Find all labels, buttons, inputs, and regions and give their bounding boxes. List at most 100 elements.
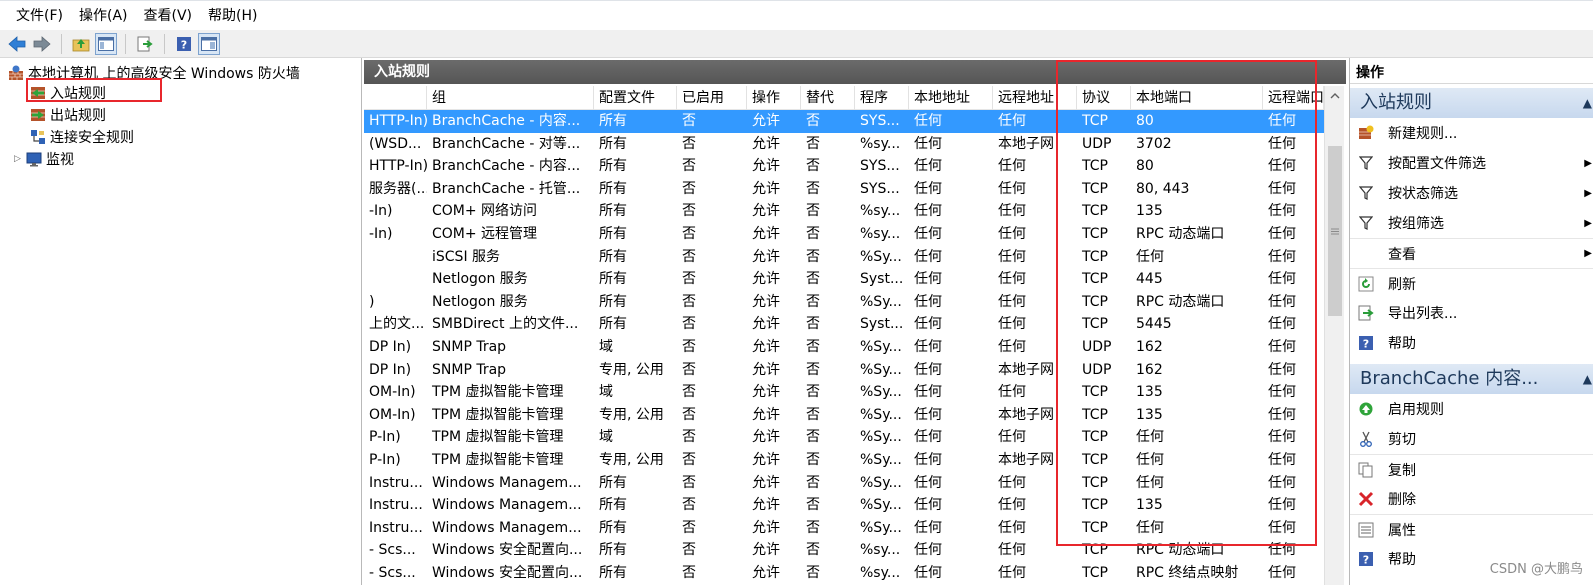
collapse-icon[interactable]: ▲ (1583, 364, 1592, 394)
back-icon[interactable] (6, 33, 28, 55)
cell-override: 否 (806, 113, 820, 129)
column-header-program[interactable]: 程序 (855, 86, 909, 110)
menu-help[interactable]: 帮助(H) (200, 4, 265, 28)
action-item[interactable]: 剪切 (1350, 424, 1593, 454)
forward-icon[interactable] (31, 33, 53, 55)
cell-local-address: 任何 (914, 361, 942, 378)
action-item[interactable]: 复制 (1350, 454, 1593, 484)
cell-remote-port: 任何 (1268, 248, 1296, 265)
action-item[interactable]: 新建规则... (1350, 118, 1593, 148)
cell-profile: 所有 (599, 474, 627, 491)
scroll-up-icon[interactable] (1325, 86, 1345, 106)
actions-section-selected-rule[interactable]: BranchCache 内容... ▲ (1350, 364, 1593, 394)
column-header-remote-address[interactable]: 远程地址 (993, 86, 1077, 110)
actions-section-inbound-rules[interactable]: 入站规则 ▲ (1350, 88, 1593, 118)
show-hide-action-icon[interactable] (198, 32, 220, 55)
table-row[interactable]: 服务器(... BranchCache - 托管... 所有 否 允许 否 SYS... 任何… (364, 178, 1324, 201)
cell-group: SNMP Trap (432, 339, 507, 355)
table-row-selected[interactable]: HTTP-In) BranchCache - 内容... 所有 否 允许 否 SYS... 任… (364, 110, 1324, 133)
action-item[interactable]: 按状态筛选 ▶ (1350, 178, 1593, 208)
refresh-icon (1358, 276, 1374, 292)
action-item[interactable]: 按组筛选 ▶ (1350, 208, 1593, 238)
cell-action: 允许 (752, 519, 780, 536)
action-item[interactable]: ? 帮助 (1350, 328, 1593, 358)
table-row[interactable]: DP In) SNMP Trap 专用, 公用 否 允许 否 %Sy... 任何 本地子网 UDP… (364, 359, 1324, 382)
table-row[interactable]: OM-In) TPM 虚拟智能卡管理 专用, 公用 否 允许 否 %Sy... 任何 本地子网 T… (364, 404, 1324, 427)
cell-group: TPM 虚拟智能卡管理 (432, 429, 564, 446)
tree-item-inbound-rules[interactable]: 入站规则 (30, 82, 106, 104)
table-row[interactable]: P-In) TPM 虚拟智能卡管理 域 否 允许 否 %Sy... 任何 任何 TCP 任何 任何 (364, 426, 1324, 449)
help-icon[interactable]: ? (173, 33, 195, 55)
cell-group: COM+ 远程管理 (432, 226, 538, 242)
menu-file[interactable]: 文件(F) (8, 4, 71, 28)
table-row[interactable]: ) Netlogon 服务 所有 否 允许 否 %Sy... 任何 任何 TCP RPC 动态端口 任… (364, 291, 1324, 314)
column-header-protocol[interactable]: 协议 (1077, 86, 1131, 110)
cell-name: - Scs... (369, 542, 416, 559)
svg-text:?: ? (1363, 554, 1369, 567)
table-row[interactable]: Netlogon 服务 所有 否 允许 否 Syst... 任何 任何 TCP 445 任何 (364, 268, 1324, 291)
action-item[interactable]: 删除 (1350, 484, 1593, 514)
action-item[interactable]: 查看 ▶ (1350, 238, 1593, 268)
table-row[interactable]: OM-In) TPM 虚拟智能卡管理 域 否 允许 否 %Sy... 任何 任何 TCP 135 任何 (364, 381, 1324, 404)
table-row[interactable]: Instru... Windows Managem... 所有 否 允许 否 %Sy... 任… (364, 517, 1324, 540)
cell-name: Instru... (369, 519, 423, 536)
folder-up-icon[interactable] (70, 33, 92, 55)
table-row[interactable]: -In) COM+ 远程管理 所有 否 允许 否 %sy... 任何 任何 TCP RPC 动态端口… (364, 223, 1324, 246)
tree-item-connection-security-rules[interactable]: 连接安全规则 (30, 126, 134, 148)
column-header-group[interactable]: 组 (427, 86, 594, 110)
export-icon[interactable] (134, 33, 156, 55)
table-row[interactable]: Instru... Windows Managem... 所有 否 允许 否 %Sy... 任… (364, 494, 1324, 517)
action-item[interactable]: 刷新 (1350, 268, 1593, 298)
cell-name: P-In) (369, 429, 401, 446)
column-header-local-address[interactable]: 本地地址 (909, 86, 993, 110)
tree-root[interactable]: 本地计算机 上的高级安全 Windows 防火墙 (8, 62, 300, 84)
cell-action: 允许 (752, 180, 780, 197)
table-row[interactable]: DP In) SNMP Trap 域 否 允许 否 %Sy... 任何 任何 UDP 162 任何 (364, 336, 1324, 359)
action-item[interactable]: 属性 (1350, 514, 1593, 544)
table-row[interactable]: 上的文... SMBDirect 上的文件... 所有 否 允许 否 Syst... 任何 任何… (364, 313, 1324, 336)
scroll-thumb[interactable] (1328, 146, 1342, 316)
table-row[interactable]: P-In) TPM 虚拟智能卡管理 专用, 公用 否 允许 否 %Sy... 任何 本地子网 TC… (364, 449, 1324, 472)
action-item-label: 启用规则 (1388, 402, 1444, 418)
column-header-remote-port[interactable]: 远程端口 (1263, 86, 1324, 110)
cell-remote-port: 任何 (1268, 474, 1296, 491)
show-hide-tree-icon[interactable] (95, 32, 117, 55)
column-header-enabled[interactable]: 已启用 (677, 86, 747, 110)
cell-group: iSCSI 服务 (432, 248, 501, 265)
action-item[interactable]: 按配置文件筛选 ▶ (1350, 148, 1593, 178)
table-row[interactable]: HTTP-In) BranchCache - 内容... 所有 否 允许 否 SYS... 任… (364, 155, 1324, 178)
table-row[interactable]: Instru... Windows Managem... 所有 否 允许 否 %Sy... 任… (364, 472, 1324, 495)
action-item[interactable]: 导出列表... (1350, 298, 1593, 328)
action-item[interactable]: 启用规则 (1350, 394, 1593, 424)
cell-local-address: 任何 (914, 113, 942, 129)
table-row[interactable]: -In) COM+ 网络访问 所有 否 允许 否 %sy... 任何 任何 TCP 135 任何 (364, 200, 1324, 223)
collapse-icon[interactable]: ▲ (1583, 88, 1592, 118)
table-row[interactable]: iSCSI 服务 所有 否 允许 否 %Sy... 任何 任何 TCP 任何 任何 (364, 246, 1324, 269)
cell-remote-port: 任何 (1268, 226, 1296, 242)
expand-arrow-icon[interactable]: ▷ (14, 154, 26, 164)
menu-view[interactable]: 查看(V) (136, 4, 201, 28)
table-row[interactable]: - Scs... Windows 安全配置向... 所有 否 允许 否 %sy... 任何 任何… (364, 562, 1324, 585)
tree-item-monitoring[interactable]: ▷ 监视 (14, 148, 74, 170)
tree-item-outbound-rules[interactable]: 出站规则 (30, 104, 106, 126)
column-header-name[interactable] (364, 86, 427, 110)
column-header-profile[interactable]: 配置文件 (594, 86, 677, 110)
cell-override: 否 (806, 135, 820, 152)
cell-override: 否 (806, 429, 820, 446)
menu-action[interactable]: 操作(A) (71, 4, 136, 28)
svg-text:?: ? (181, 38, 187, 51)
cell-profile: 所有 (599, 542, 627, 559)
cell-local-address: 任何 (914, 406, 942, 423)
cell-group: TPM 虚拟智能卡管理 (432, 452, 564, 468)
cell-local-address: 任何 (914, 429, 942, 446)
vertical-scrollbar[interactable] (1324, 86, 1344, 585)
column-header-override[interactable]: 替代 (801, 86, 855, 110)
cell-local-port: 162 (1136, 339, 1163, 355)
table-row[interactable]: (WSD... BranchCache - 对等... 所有 否 允许 否 %sy... 任何… (364, 133, 1324, 156)
column-header-action[interactable]: 操作 (747, 86, 801, 110)
cell-override: 否 (806, 316, 820, 333)
table-row[interactable]: - Scs... Windows 安全配置向... 所有 否 允许 否 %sy... 任何 任何… (364, 539, 1324, 562)
column-header-local-port[interactable]: 本地端口 (1131, 86, 1263, 110)
cell-remote-address: 任何 (998, 474, 1026, 491)
cell-protocol: TCP (1082, 497, 1108, 514)
